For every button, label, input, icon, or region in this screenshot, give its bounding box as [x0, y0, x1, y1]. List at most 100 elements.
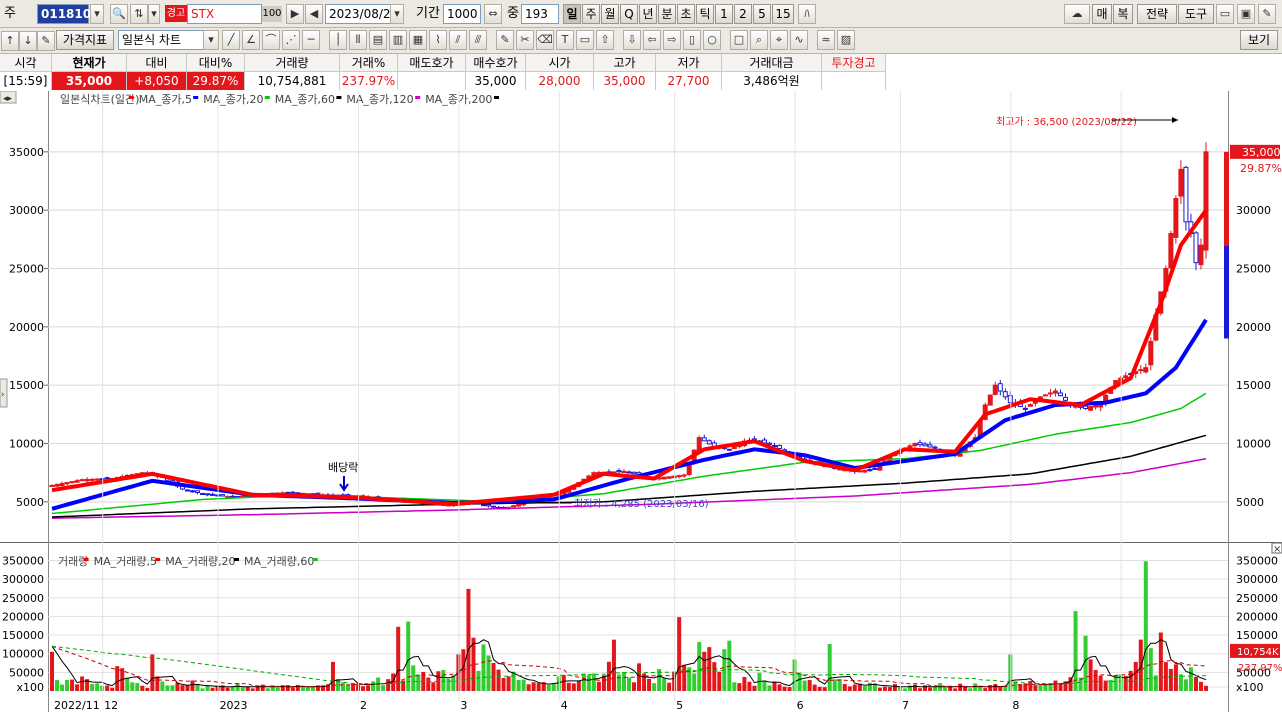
period-button-7[interactable]: 틱 [696, 4, 714, 24]
copy-button[interactable]: 복 [1113, 4, 1133, 24]
price-legend-swatch [415, 96, 421, 99]
arrow-up-icon[interactable]: ⇧ [596, 30, 614, 50]
candle-body [992, 384, 998, 395]
arrow-left-icon[interactable]: ⇦ [643, 30, 661, 50]
settings-icon[interactable]: ✎ [1258, 4, 1276, 24]
volume-tick-label-left: 250000 [2, 592, 44, 605]
grid3-icon[interactable]: ▥ [389, 30, 407, 50]
candle-body [726, 448, 732, 451]
volume-bar [827, 644, 832, 691]
candle-body [74, 480, 80, 483]
period-button-11[interactable]: 15 [772, 4, 794, 24]
volume-bar [637, 663, 642, 691]
scroll-down-icon[interactable]: ↓ [19, 31, 37, 51]
magnifier-icon[interactable]: ⌕ [750, 30, 768, 50]
edit-icon[interactable]: ✎ [37, 31, 55, 51]
sort-icon[interactable]: ⇅ [130, 4, 148, 24]
volume-bar [802, 680, 807, 691]
channel2-icon[interactable]: ⫻ [469, 30, 487, 50]
view-button[interactable]: 보기 [1240, 30, 1278, 50]
volume-bar [812, 684, 817, 691]
candle-body [1088, 406, 1094, 411]
chart-type-dropdown-icon[interactable]: ▾ [203, 30, 219, 50]
pencil-icon[interactable]: ✎ [496, 30, 514, 50]
date-input[interactable]: 2023/08/28 [325, 4, 398, 24]
period-button-9[interactable]: 2 [734, 4, 752, 24]
text-icon[interactable]: T [556, 30, 574, 50]
mid-input[interactable]: 193 [521, 4, 559, 24]
target-icon[interactable]: ⌖ [770, 30, 788, 50]
period-input[interactable]: 1000 [443, 4, 481, 24]
arrow-right-icon[interactable]: ⇨ [663, 30, 681, 50]
chart-area[interactable]: ◂▸ › × 350003500030000300002500025000200… [0, 90, 1282, 712]
picture-icon[interactable]: ▨ [837, 30, 855, 50]
volume-tick-label-right: 150000 [1236, 629, 1278, 642]
price-tick-label-right: 10000 [1236, 438, 1271, 451]
period-button-8[interactable]: 1 [715, 4, 733, 24]
scroll-up-icon[interactable]: ↑ [1, 31, 19, 51]
vline-icon[interactable]: │ [329, 30, 347, 50]
volume-bar [130, 682, 135, 691]
close-icon[interactable]: × [1273, 544, 1281, 555]
spark2-icon[interactable]: ≈ [817, 30, 835, 50]
zoom-icon[interactable]: ⇔ [484, 4, 502, 24]
cross-icon[interactable]: ✂ [516, 30, 534, 50]
circle-icon[interactable]: ○ [703, 30, 721, 50]
volume-bar [852, 684, 857, 691]
volume-bar [240, 687, 245, 691]
calendar-dropdown-icon[interactable]: ▾ [390, 4, 404, 24]
channel1-icon[interactable]: ⫽ [449, 30, 467, 50]
drawing-toolbar: ↑ ↓ ✎ 가격지표 일본식 차트 ▾ ╱ ∠ ⌒ ⋰ ─ │ ⦀ ▤ ▥ ▦ ⌇ ⫽ ⫻ ✎ ✂ ⌫ T ▭ ⇧ ⇩… [0, 28, 1282, 54]
chart-type-icon[interactable]: ﾊ [798, 4, 816, 24]
buy-button[interactable]: 매 [1092, 4, 1112, 24]
play-icon[interactable]: ▶ [286, 4, 304, 24]
period-button-6[interactable]: 초 [677, 4, 695, 24]
grid2-icon[interactable]: ▤ [369, 30, 387, 50]
arrow-down-icon[interactable]: ⇩ [623, 30, 641, 50]
period-button-2[interactable]: 월 [601, 4, 619, 24]
arc-icon[interactable]: ⌒ [262, 30, 280, 50]
collapse-toggle-icon[interactable]: ◂▸ [3, 94, 13, 104]
strategy-button[interactable]: 전략 [1137, 4, 1177, 24]
sort-dropdown-icon[interactable]: ▾ [148, 4, 160, 24]
spark1-icon[interactable]: ∿ [790, 30, 808, 50]
period-button-4[interactable]: 년 [639, 4, 657, 24]
bars-icon[interactable]: ▦ [409, 30, 427, 50]
period-button-3[interactable]: Q [620, 4, 638, 24]
grid1-icon[interactable]: ⦀ [349, 30, 367, 50]
price-legend-swatch [336, 96, 342, 99]
chart-type-select[interactable]: 일본식 차트 [118, 30, 204, 50]
volume-bar [1033, 685, 1038, 691]
chart-svg[interactable]: ◂▸ › × 350003500030000300002500025000200… [0, 90, 1282, 712]
candle-body [205, 493, 211, 496]
cloud-icon[interactable]: ☁ [1064, 4, 1090, 24]
period-button-10[interactable]: 5 [753, 4, 771, 24]
note-icon[interactable]: ▭ [576, 30, 594, 50]
period-button-0[interactable]: 일 [563, 4, 581, 24]
save-icon[interactable]: ▣ [1237, 4, 1255, 24]
angle-icon[interactable]: ∠ [242, 30, 260, 50]
price-value: 35,000 [52, 72, 127, 90]
period-button-5[interactable]: 분 [658, 4, 676, 24]
period-button-1[interactable]: 주 [582, 4, 600, 24]
volume-value: 10,754,881 [245, 72, 340, 90]
fan-icon[interactable]: ⋰ [282, 30, 300, 50]
volume-bar [1204, 685, 1208, 691]
side-panel-arrow-icon[interactable]: › [1, 390, 5, 400]
line-icon[interactable]: ╱ [222, 30, 240, 50]
doc-icon[interactable]: ▯ [683, 30, 701, 50]
hline-icon[interactable]: ─ [302, 30, 320, 50]
step-back-icon[interactable]: ◀ [305, 4, 323, 24]
volume-tick-label-left: 100000 [2, 648, 44, 661]
eraser-icon[interactable]: ⌫ [536, 30, 554, 50]
stock-code-input[interactable]: 011810 [37, 4, 91, 24]
indicator-button[interactable]: 가격지표 [56, 30, 114, 50]
volume-bar [205, 685, 210, 691]
tools-button[interactable]: 도구 [1178, 4, 1214, 24]
square-icon[interactable]: □ [730, 30, 748, 50]
wave-icon[interactable]: ⌇ [429, 30, 447, 50]
dropdown-arrow-icon[interactable]: ▾ [90, 4, 104, 24]
volume-tick-label-left: x100 [16, 681, 44, 694]
folder-icon[interactable]: ▭ [1216, 4, 1234, 24]
search-icon[interactable]: 🔍 [110, 4, 128, 24]
